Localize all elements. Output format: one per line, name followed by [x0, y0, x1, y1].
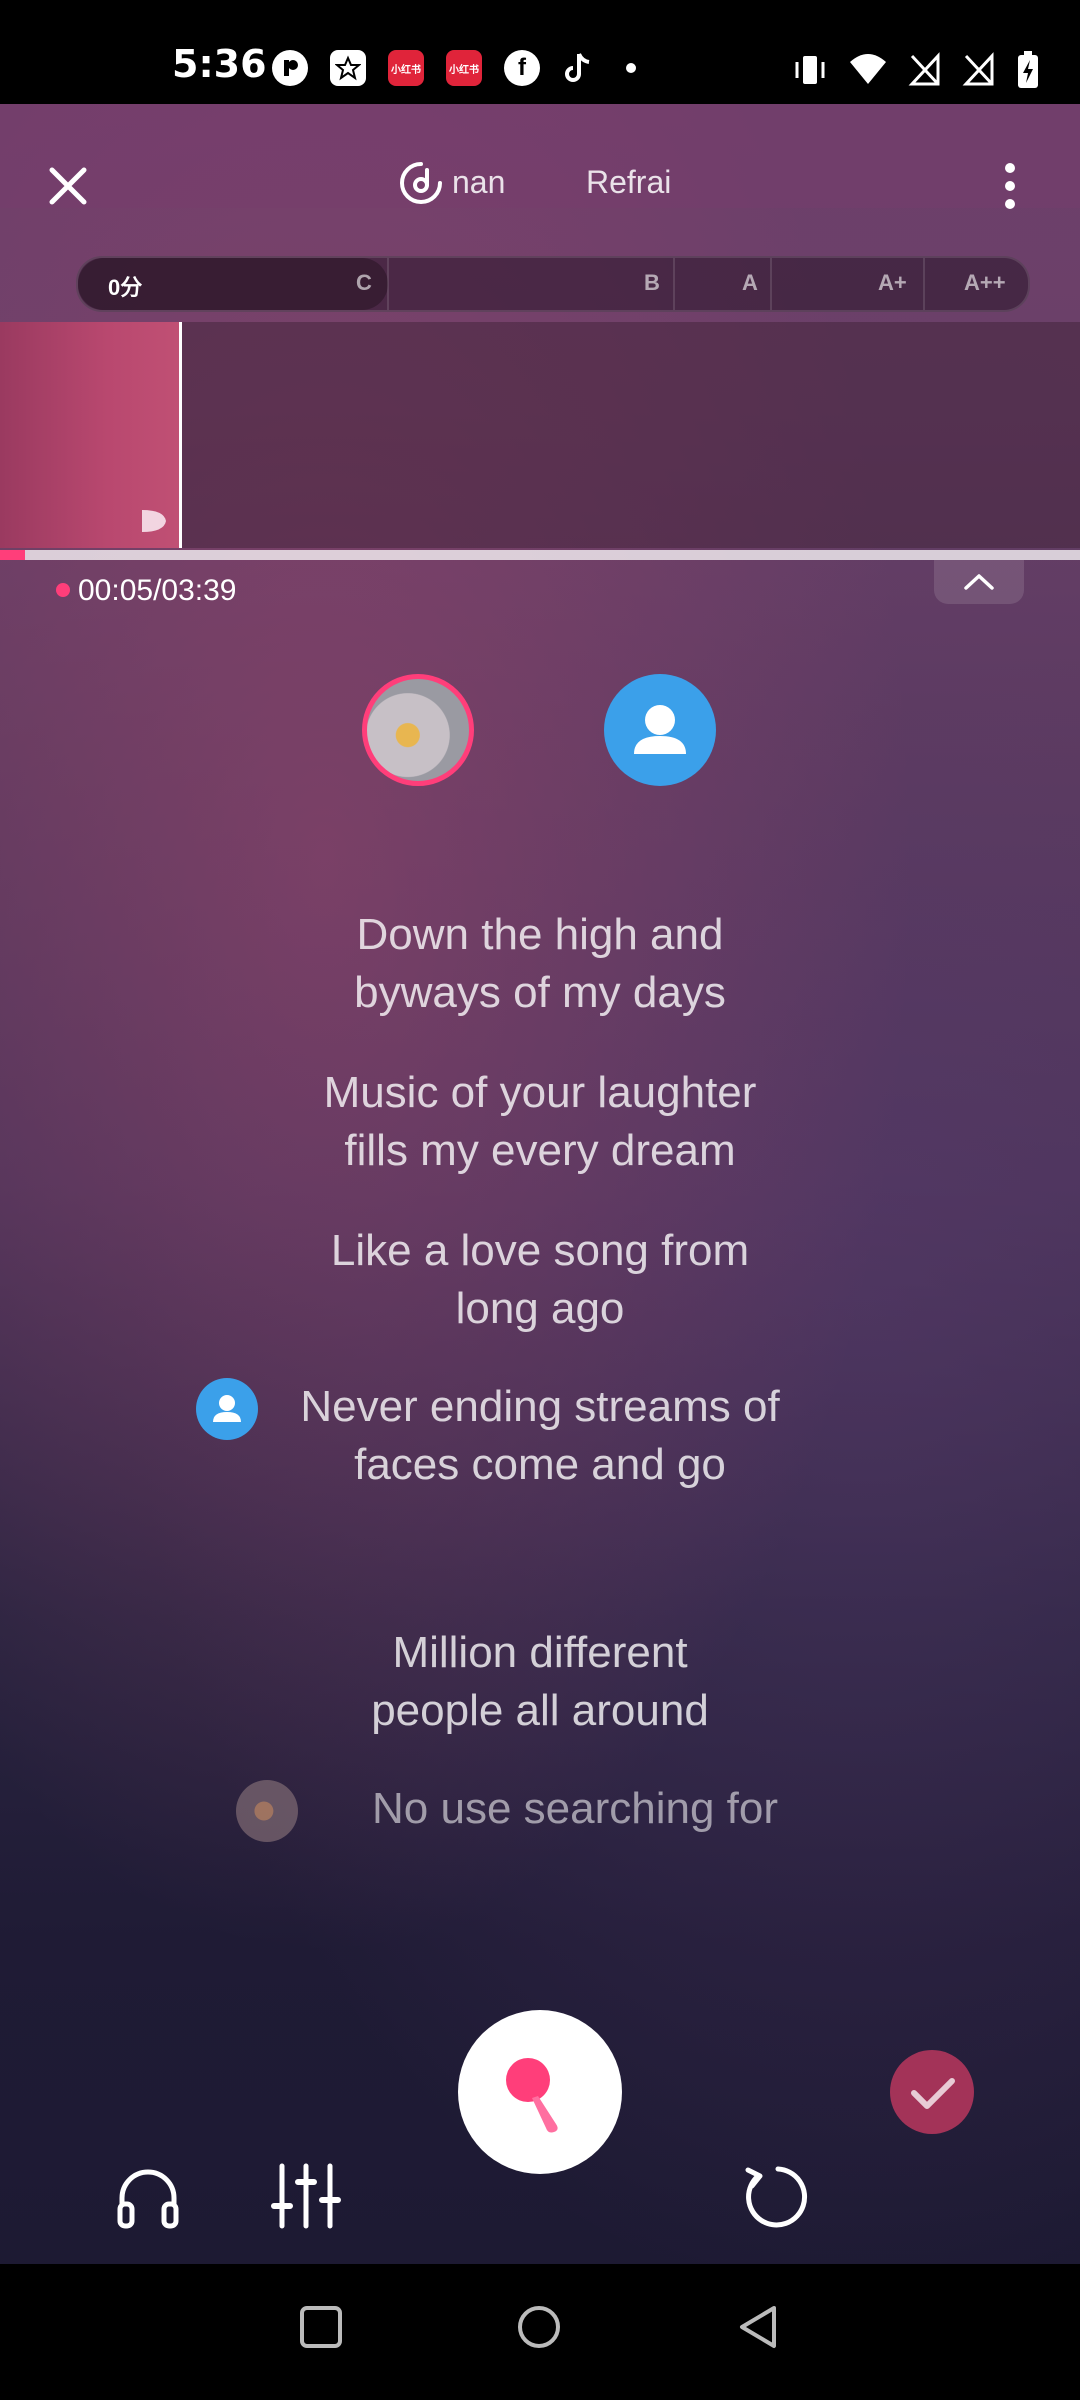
lyric-text: Like a love song from: [330, 1226, 750, 1275]
xiaohongshu-icon: 小红书: [388, 50, 424, 86]
playback-timer: 00:05/03:39: [56, 574, 236, 608]
lyric-line: Million different people all around: [0, 1624, 1080, 1740]
check-icon: [911, 2078, 955, 2109]
grade-label: A: [742, 270, 758, 295]
lyric-text: Down the high and: [356, 910, 724, 959]
xiaohongshu-icon: 小红书: [446, 50, 482, 86]
grade-divider: [387, 258, 389, 310]
grade-divider: [673, 258, 675, 310]
song-progress-fill: [0, 550, 25, 560]
user-icon: [634, 705, 686, 754]
lyric-line: No use searching for: [0, 1780, 1080, 1838]
grade-label: A++: [964, 270, 1006, 295]
grade-label: B: [644, 270, 660, 295]
avatar-partner[interactable]: [604, 674, 716, 786]
lyric-text: Million different: [392, 1628, 688, 1677]
partner-singer-tag: [196, 1378, 258, 1440]
star-app-icon: [330, 50, 366, 86]
wifi-icon: [850, 54, 886, 84]
recording-dot: [56, 583, 70, 597]
navigation-bar: [0, 2264, 1080, 2400]
lyric-text: long ago: [455, 1284, 625, 1333]
battery-charging-icon: [1018, 51, 1038, 88]
dot-icon: [626, 63, 636, 73]
chevron-up-icon[interactable]: [934, 560, 1024, 604]
status-time: 5:36: [172, 42, 267, 86]
lyric-text: Music of your laughter: [323, 1068, 757, 1117]
lyric-line: Music of your laughter fills my every dr…: [0, 1064, 1080, 1180]
lyric-line: Never ending streams of faces come and g…: [0, 1378, 1080, 1494]
tiktok-icon: [562, 50, 594, 86]
lyric-line: Like a love song from long ago: [0, 1222, 1080, 1338]
retry-icon[interactable]: [738, 2160, 810, 2232]
grade-divider: [770, 258, 772, 310]
playback-time: 00:05/03:39: [78, 574, 237, 607]
playhead: [179, 322, 182, 548]
lyric-text: faces come and go: [354, 1440, 726, 1489]
status-bar: 5:36 小红书 小红书 f: [0, 0, 1080, 104]
grade-label: A+: [878, 270, 907, 295]
lyric-line: Down the high and byways of my days: [0, 906, 1080, 1022]
notification-icons: 小红书 小红书 f: [272, 50, 636, 86]
score-value: 0分: [108, 275, 143, 300]
back-icon[interactable]: [736, 2304, 782, 2350]
no-signal-icon: [962, 52, 994, 86]
vibrate-icon: [795, 56, 825, 84]
sing-mode-icon[interactable]: [398, 160, 444, 206]
home-icon[interactable]: [516, 2304, 562, 2350]
record-button[interactable]: [458, 2010, 622, 2174]
close-icon[interactable]: [44, 162, 92, 210]
more-options-icon[interactable]: [996, 158, 1024, 214]
score-bar: 0分 C B A A+ A++: [76, 256, 1030, 312]
headphones-icon[interactable]: [112, 2162, 184, 2234]
tab-full-song[interactable]: nan: [452, 164, 505, 201]
recents-icon[interactable]: [298, 2304, 344, 2350]
user-icon: [213, 1395, 241, 1422]
top-bar: [0, 104, 1080, 208]
grade-label: C: [356, 270, 372, 295]
system-icons: [792, 50, 1040, 90]
app-icon: [272, 50, 308, 86]
lyric-text: people all around: [371, 1686, 709, 1735]
lyric-text: No use searching for: [372, 1784, 778, 1833]
facebook-icon: f: [504, 50, 540, 86]
equalizer-icon[interactable]: [270, 2160, 342, 2232]
microphone-icon: [506, 2058, 558, 2133]
avatar-me[interactable]: [362, 674, 474, 786]
no-signal-icon: [908, 52, 940, 86]
karaoke-screen: nan Refrai 0分 C B A A+ A++ 00:05/03:39 D…: [0, 104, 1080, 2264]
pitch-indicator-icon: [142, 510, 166, 532]
tab-refrain[interactable]: Refrai: [586, 164, 671, 201]
song-progress-bar[interactable]: [0, 550, 1080, 560]
lyric-text: Never ending streams of: [300, 1382, 780, 1431]
finish-button[interactable]: [890, 2050, 974, 2134]
lyric-text: fills my every dream: [344, 1126, 736, 1175]
lyric-text: byways of my days: [354, 968, 726, 1017]
grade-divider: [923, 258, 925, 310]
my-singer-tag: [236, 1780, 298, 1842]
